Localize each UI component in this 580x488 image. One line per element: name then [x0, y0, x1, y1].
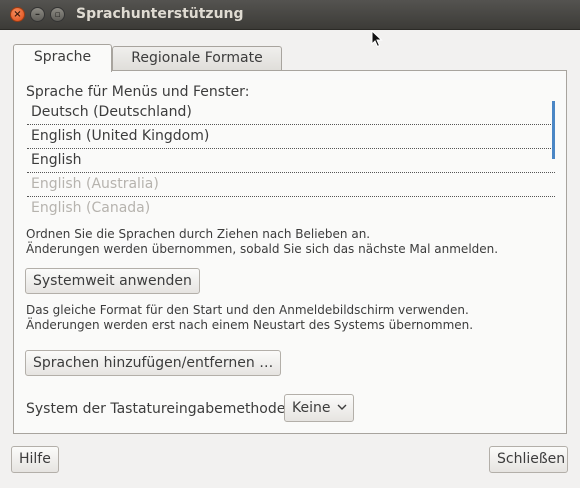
language-item[interactable]: English (United Kingdom) — [27, 125, 555, 149]
language-list[interactable]: Deutsch (Deutschland) English (United Ki… — [27, 101, 555, 221]
maximize-window-button[interactable]: ▫ — [50, 7, 65, 22]
language-item[interactable]: Deutsch (Deutschland) — [27, 101, 555, 125]
keyboard-input-method-select[interactable]: Keine — [284, 394, 354, 422]
minimize-window-button[interactable]: – — [30, 7, 45, 22]
reorder-hint: Ordnen Sie die Sprachen durch Ziehen nac… — [26, 227, 371, 241]
add-remove-languages-button[interactable]: Sprachen hinzufügen/entfernen … — [25, 350, 282, 376]
language-list-label: Sprache für Menüs und Fenster: — [26, 84, 250, 100]
chevron-down-icon — [337, 404, 347, 410]
list-scrollbar[interactable] — [552, 101, 555, 159]
tab-regionale-formate[interactable]: Regionale Formate — [112, 46, 282, 71]
title-bar[interactable]: × – ▫ Sprachunterstützung — [0, 0, 580, 30]
language-item-disabled: English (Canada) — [31, 200, 151, 216]
tab-panel-sprache: Sprache für Menüs und Fenster: Deutsch (… — [13, 70, 567, 434]
close-button[interactable]: Schließen — [489, 446, 568, 473]
language-support-window: × – ▫ Sprachunterstützung Sprache Region… — [0, 0, 580, 488]
apply-on-login-hint: Änderungen werden übernommen, sobald Sie… — [26, 242, 499, 256]
system-wide-hint: Das gleiche Format für den Start und den… — [26, 303, 469, 317]
keyboard-input-method-value: Keine — [292, 400, 331, 416]
apply-system-wide-button[interactable]: Systemweit anwenden — [25, 268, 200, 294]
close-window-button[interactable]: × — [10, 7, 25, 22]
language-item[interactable]: English — [27, 149, 555, 173]
keyboard-input-method-label: System der Tastatureingabemethode: — [26, 401, 291, 417]
help-button[interactable]: Hilfe — [11, 446, 59, 473]
tab-sprache[interactable]: Sprache — [13, 44, 112, 72]
mouse-pointer-icon — [371, 30, 383, 48]
window-title: Sprachunterstützung — [76, 6, 244, 22]
restart-hint: Änderungen werden erst nach einem Neusta… — [26, 318, 474, 332]
language-item-disabled: English (Australia) — [27, 173, 555, 197]
